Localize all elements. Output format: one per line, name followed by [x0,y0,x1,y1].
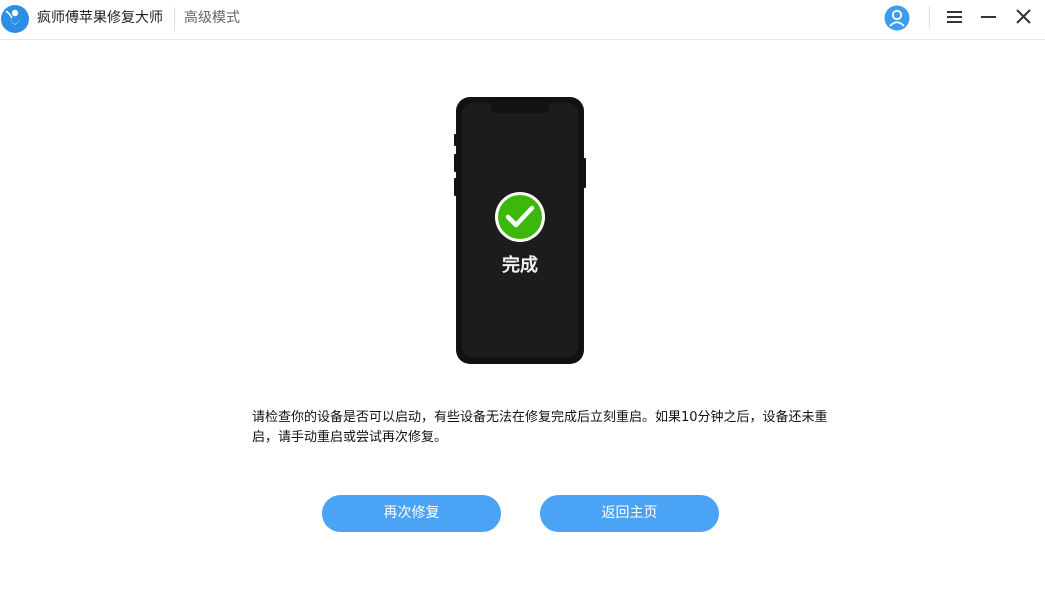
control-divider [929,6,930,28]
status-message: 请检查你的设备是否可以启动，有些设备无法在修复完成后立刻重启。如果10分钟之后，… [252,410,828,445]
mode-label: 高级模式 [184,10,240,26]
back-home-button[interactable]: 返回主页 [540,495,719,532]
phone-illustration [454,97,586,364]
app-logo-icon [1,5,29,33]
user-avatar-icon[interactable] [884,5,910,31]
app-title: 疯师傅苹果修复大师 [37,10,163,26]
minimize-icon[interactable] [978,6,1000,28]
hamburger-menu-icon[interactable] [944,6,966,28]
title-bar: 疯师傅苹果修复大师 高级模式 [0,0,1045,40]
check-circle-icon [495,192,545,242]
close-icon[interactable] [1013,6,1035,28]
status-title: 完成 [502,255,538,276]
app-window: 疯师傅苹果修复大师 高级模式 完成 请检查你的设备是否可以启动，有些设备无法在修… [0,0,1045,589]
title-divider [174,7,175,31]
retry-repair-button[interactable]: 再次修复 [322,495,501,532]
